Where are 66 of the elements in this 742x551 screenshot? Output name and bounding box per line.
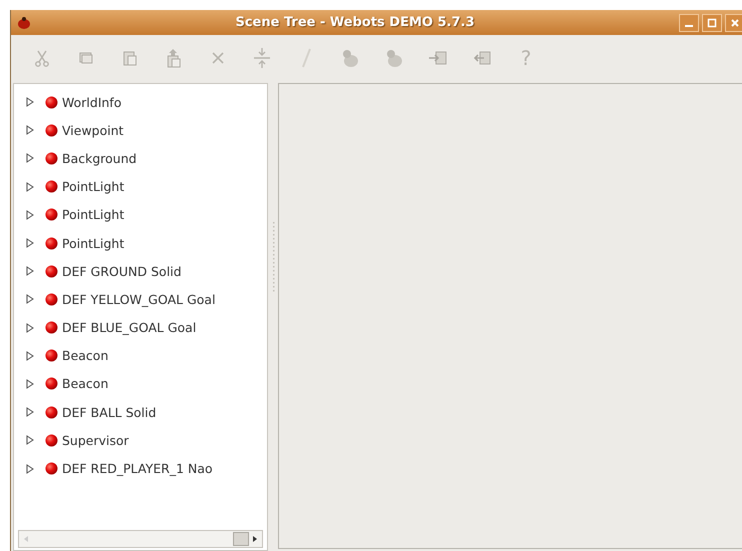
tree-item[interactable]: Background [62,150,137,166]
expander-icon[interactable] [26,153,34,164]
split-arrows-icon [252,47,272,69]
minimize-button[interactable] [679,14,699,32]
expander-icon[interactable] [26,210,34,220]
expander-icon[interactable] [26,182,34,192]
scissors-icon [34,49,50,67]
tree-item[interactable]: Viewpoint [62,122,124,138]
horizontal-scrollbar[interactable] [18,530,263,548]
node-ball-icon [45,236,58,250]
arrow-box-icon [472,50,492,66]
tree-item[interactable]: PointLight [62,179,124,194]
wand-icon [300,48,312,68]
node-ball-icon [45,377,58,390]
close-button[interactable] [725,14,742,32]
tree-item[interactable]: Beacon [62,348,108,364]
arrow-box-icon [428,50,448,66]
node-ball-icon [45,180,58,194]
expander-icon[interactable] [26,407,34,418]
expander-icon[interactable] [26,266,34,276]
tree-item[interactable]: Supervisor [62,432,129,448]
copy-icon [78,50,94,66]
node-ball-icon [45,406,58,419]
node-ball-icon [45,124,58,137]
scroll-right-icon[interactable] [251,535,259,543]
expander-icon[interactable] [26,435,34,446]
tree-item[interactable]: DEF BLUE_GOAL Goal [62,320,196,336]
close-icon [730,18,740,28]
delete-icon [211,51,225,65]
clipboard-icon [122,49,138,67]
tree-item[interactable]: DEF YELLOW_GOAL Goal [62,292,216,307]
expander-icon[interactable] [26,294,34,304]
robot-icon [340,48,360,68]
node-ball-icon [45,152,58,165]
tree-item[interactable]: DEF BALL Solid [62,404,156,420]
expander-icon[interactable] [26,125,34,136]
node-ball-icon [45,208,58,222]
expander-icon[interactable] [26,350,34,361]
expander-icon[interactable] [26,322,34,333]
tree-item[interactable]: PointLight [62,236,124,251]
node-ball-icon [45,321,58,334]
maximize-icon [707,18,717,28]
expander-icon[interactable] [26,97,34,108]
scroll-thumb[interactable] [233,532,249,546]
node-ball-icon [45,349,58,362]
node-ball-icon [45,434,58,447]
tree-item[interactable]: Beacon [62,376,108,392]
robot-icon [384,48,404,68]
node-ball-icon [45,96,58,109]
tree-item[interactable]: DEF GROUND Solid [62,264,182,279]
node-ball-icon [45,462,58,476]
window-title: Scene Tree - Webots DEMO 5.7.3 [234,15,476,30]
scroll-left-icon[interactable] [22,535,30,543]
node-ball-icon [45,264,58,278]
splitter-grip-icon[interactable] [272,222,274,292]
ladybug-icon [17,16,31,28]
maximize-button[interactable] [702,14,722,32]
tree-item[interactable]: PointLight [62,207,124,222]
expander-icon[interactable] [26,378,34,389]
expander-icon[interactable] [26,238,34,248]
minimize-icon [685,25,693,27]
clipboard-arrow-icon [165,48,183,68]
tree-item[interactable]: WorldInfo [62,94,122,110]
node-ball-icon [45,292,58,306]
expander-icon[interactable] [26,464,34,474]
tree-item[interactable]: DEF RED_PLAYER_1 Nao [62,461,213,476]
